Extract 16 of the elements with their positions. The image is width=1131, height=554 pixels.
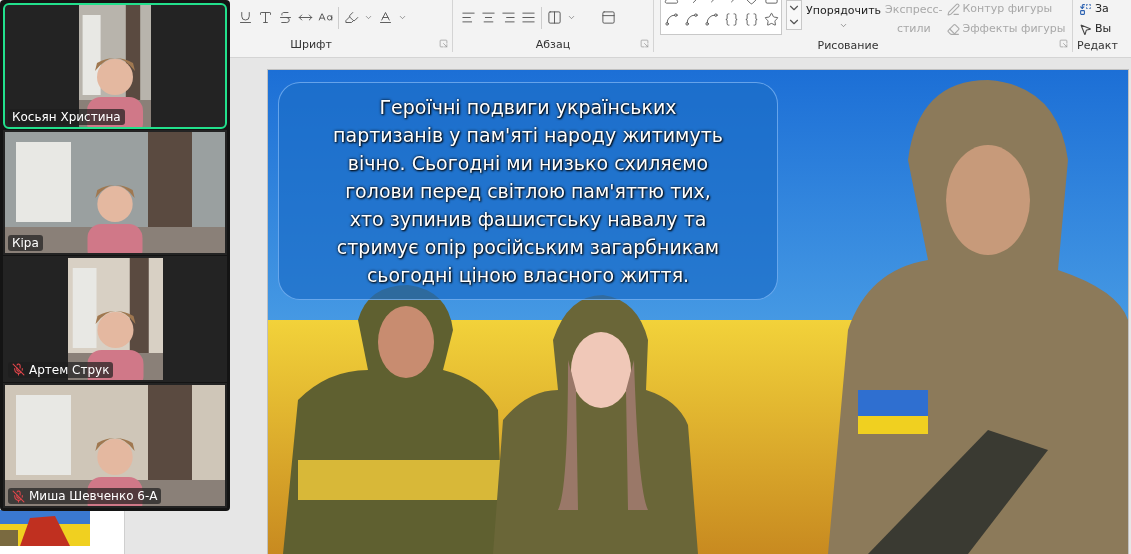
- participant-name: Миша Шевченко 6-А: [29, 489, 158, 503]
- group-label: Редакт: [1077, 39, 1118, 53]
- video-tile[interactable]: Кіра: [3, 129, 227, 255]
- video-tile[interactable]: Косьян Христина: [3, 3, 227, 129]
- group-label: Рисование: [817, 39, 879, 53]
- participant-name: Артем Струк: [29, 362, 110, 377]
- select-button[interactable]: Вы: [1095, 22, 1112, 36]
- replace-button[interactable]: За: [1095, 2, 1109, 16]
- arrange-button[interactable]: Упорядочить: [806, 4, 882, 18]
- group-label: Абзац: [535, 38, 571, 52]
- video-tile[interactable]: Артем Струк: [3, 256, 227, 382]
- video-tile[interactable]: Миша Шевченко 6-А: [3, 382, 227, 508]
- participant-name: Косьян Христина: [12, 109, 121, 124]
- slide-caption: Героїчні подвиги українських партизанів у пам'яті народу житимуть вічно. Сьогодні ми низько схиляємо голови перед світлою пам'яттю тих, хто зупинив фашистську навалу та стримує опір російським загарбникам сьогодні ціною власного життя.: [278, 82, 778, 300]
- group-label: Шрифт: [290, 38, 332, 52]
- participant-name: Кіра: [12, 236, 39, 250]
